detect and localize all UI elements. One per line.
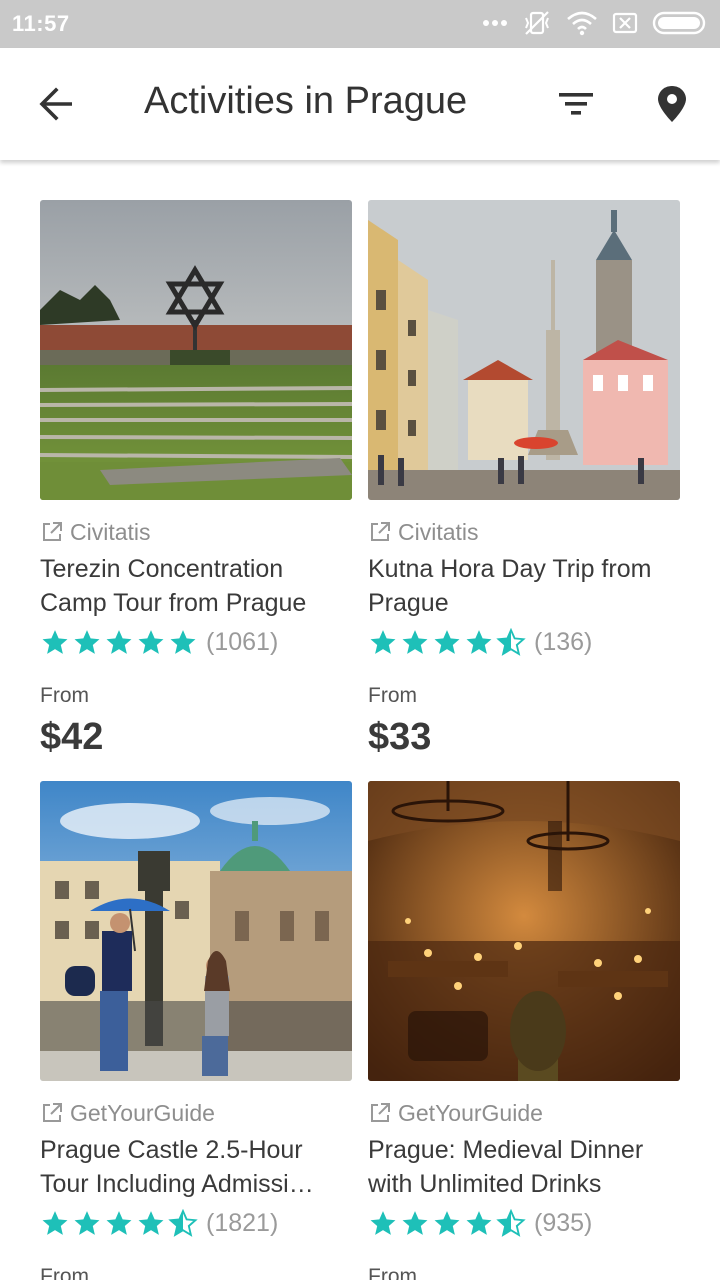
- provider-row: Civitatis: [368, 518, 680, 546]
- star-icon: [466, 630, 492, 654]
- external-link-icon: [43, 522, 62, 541]
- battery-icon: [652, 11, 706, 35]
- status-time: 11:57: [12, 11, 70, 36]
- wifi-icon: [567, 11, 597, 36]
- provider-row: GetYourGuide: [368, 1099, 680, 1127]
- status-icons: [482, 10, 708, 36]
- activity-name: Prague Castle 2.5-Hour Tour Including Ad…: [40, 1136, 314, 1198]
- star-rating: [40, 628, 198, 656]
- back-arrow-icon[interactable]: [34, 84, 78, 124]
- from-label: From: [40, 1265, 89, 1280]
- star-icon: [434, 1211, 460, 1235]
- activity-card-prague-castle[interactable]: GetYourGuide Prague Castle 2.5-Hour Tour…: [40, 781, 352, 1280]
- from-label: From: [368, 1265, 417, 1280]
- star-icon: [42, 1211, 68, 1235]
- star-icon: [370, 630, 396, 654]
- star-icon: [106, 1211, 132, 1235]
- activity-image-kutna-hora: [368, 200, 680, 500]
- activity-card-kutna-hora[interactable]: Civitatis Kutna Hora Day Trip from Pragu…: [368, 200, 680, 759]
- star-icon: [106, 630, 132, 654]
- from-label: From: [40, 684, 89, 707]
- rating-row: (1061): [40, 624, 352, 660]
- activity-image-terezin: [40, 200, 352, 500]
- star-icon: [466, 1211, 492, 1235]
- provider-name: GetYourGuide: [398, 1099, 543, 1126]
- star-half-icon: [168, 1209, 198, 1237]
- price: $42: [40, 716, 104, 758]
- star-rating: [368, 628, 526, 656]
- review-count: (1061): [206, 627, 279, 656]
- no-sim-icon: [612, 12, 638, 34]
- external-link-icon: [371, 1103, 390, 1122]
- activity-name: Terezin Concentration Camp Tour from Pra…: [40, 555, 307, 617]
- star-icon: [138, 1211, 164, 1235]
- external-link-icon: [43, 1103, 62, 1122]
- star-icon: [402, 1211, 428, 1235]
- app-bar: Activities in Prague: [0, 48, 720, 160]
- star-icon: [74, 630, 100, 654]
- star-icon: [402, 630, 428, 654]
- rating-row: (136): [368, 624, 680, 660]
- review-count: (935): [534, 1208, 593, 1237]
- provider-name: Civitatis: [398, 518, 479, 545]
- star-icon: [42, 630, 68, 654]
- activities-list: Civitatis Terezin Concentration Camp Tou…: [0, 160, 720, 1280]
- star-half-icon: [496, 1209, 526, 1237]
- provider-name: GetYourGuide: [70, 1099, 215, 1126]
- filter-icon[interactable]: [556, 88, 596, 120]
- star-half-icon: [496, 628, 526, 656]
- rating-row: (935): [368, 1205, 680, 1241]
- provider-row: GetYourGuide: [40, 1099, 352, 1127]
- star-icon: [370, 1211, 396, 1235]
- provider-name: Civitatis: [70, 518, 151, 545]
- star-rating: [368, 1209, 526, 1237]
- map-pin-icon[interactable]: [654, 84, 690, 124]
- star-icon: [74, 1211, 100, 1235]
- rating-row: (1821): [40, 1205, 352, 1241]
- activity-image-prague-castle: [40, 781, 352, 1081]
- vibrate-icon: [525, 11, 549, 35]
- star-icon: [138, 630, 164, 654]
- price: $33: [368, 716, 432, 758]
- provider-row: Civitatis: [40, 518, 352, 546]
- external-link-icon: [371, 522, 390, 541]
- status-bar: 11:57: [0, 0, 720, 48]
- activity-image-medieval-dinner: [368, 781, 680, 1081]
- review-count: (136): [534, 627, 593, 656]
- page-title: Activities in Prague: [144, 80, 468, 122]
- review-count: (1821): [206, 1208, 279, 1237]
- activity-card-terezin[interactable]: Civitatis Terezin Concentration Camp Tou…: [40, 200, 352, 759]
- star-rating: [40, 1209, 198, 1237]
- star-icon: [434, 630, 460, 654]
- activity-card-medieval-dinner[interactable]: GetYourGuide Prague: Medieval Dinner wit…: [368, 781, 680, 1280]
- activity-name: Kutna Hora Day Trip from Prague: [368, 555, 652, 617]
- more-dots-icon: [483, 20, 507, 26]
- activity-name: Prague: Medieval Dinner with Unlimited D…: [368, 1136, 644, 1198]
- from-label: From: [368, 684, 417, 707]
- star-icon: [170, 630, 196, 654]
